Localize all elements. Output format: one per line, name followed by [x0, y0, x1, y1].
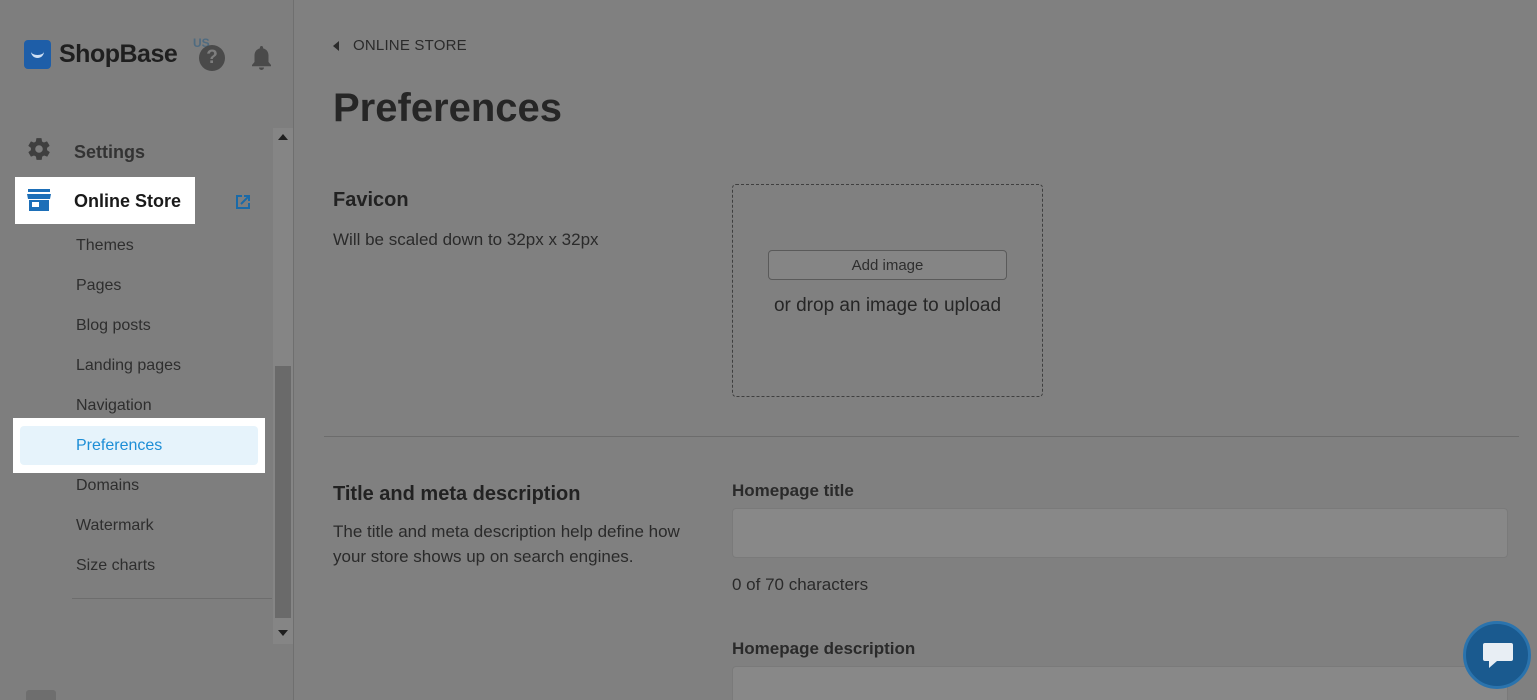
sidebar-item-settings[interactable]: Settings — [26, 136, 145, 162]
sidebar-item-domains[interactable]: Domains — [76, 477, 139, 495]
homepage-title-input[interactable] — [732, 508, 1508, 558]
sidebar-nav: Settings Online Store Themes Pages Blog … — [0, 128, 294, 644]
sidebar-item-navigation[interactable]: Navigation — [76, 397, 152, 415]
back-icon — [333, 40, 339, 51]
breadcrumb-label: ONLINE STORE — [353, 37, 467, 54]
add-image-button[interactable]: Add image — [768, 250, 1007, 280]
brand-name: ShopBase — [59, 40, 178, 68]
shopbase-logo-icon — [24, 40, 51, 69]
store-icon — [27, 189, 51, 211]
homepage-description-input[interactable] — [732, 666, 1508, 700]
external-link-icon[interactable] — [233, 192, 253, 212]
chat-icon — [1483, 643, 1513, 668]
section-divider — [324, 436, 1519, 437]
page-title: Preferences — [333, 86, 563, 130]
sidebar-item-online-store-label: Online Store — [74, 191, 182, 211]
sidebar-item-online-store[interactable]: Online Store — [15, 177, 195, 224]
bell-icon[interactable] — [249, 44, 274, 72]
brand-logo-link[interactable]: ShopBase US — [24, 36, 210, 69]
breadcrumb[interactable]: ONLINE STORE — [333, 37, 467, 54]
sidebar-item-blog-posts[interactable]: Blog posts — [76, 317, 151, 335]
sidebar-item-preferences[interactable]: Preferences — [13, 418, 265, 473]
sidebar-item-landing-pages[interactable]: Landing pages — [76, 357, 181, 375]
meta-section-title: Title and meta description — [333, 483, 581, 505]
sidebar-next-section-icon[interactable] — [26, 690, 56, 700]
sidebar-item-size-charts[interactable]: Size charts — [76, 557, 155, 575]
help-icon[interactable]: ? — [199, 45, 225, 71]
sidebar-divider — [72, 598, 272, 599]
sidebar-item-settings-label: Settings — [74, 142, 146, 162]
chat-button[interactable] — [1463, 621, 1531, 689]
gear-icon — [28, 138, 50, 160]
main-content: ONLINE STORE Preferences Favicon Will be… — [295, 0, 1537, 700]
homepage-description-label: Homepage description — [732, 639, 916, 658]
favicon-section-title: Favicon — [333, 189, 409, 211]
scrollbar-thumb[interactable] — [275, 366, 291, 618]
scroll-down-arrow-icon[interactable] — [278, 630, 288, 636]
sidebar-scrollbar[interactable] — [273, 128, 293, 644]
sidebar: ShopBase US ? Settings Online Store Them… — [0, 0, 294, 700]
favicon-dropzone[interactable]: Add image or drop an image to upload — [732, 184, 1043, 397]
homepage-title-label: Homepage title — [732, 481, 854, 500]
sidebar-item-pages[interactable]: Pages — [76, 277, 121, 295]
sidebar-item-watermark[interactable]: Watermark — [76, 517, 154, 535]
sidebar-item-themes[interactable]: Themes — [76, 237, 134, 255]
meta-section-description: The title and meta description help defi… — [333, 522, 680, 566]
scroll-up-arrow-icon[interactable] — [278, 134, 288, 140]
homepage-title-char-count: 0 of 70 characters — [732, 575, 869, 594]
sidebar-item-preferences-label: Preferences — [76, 437, 163, 454]
drop-hint-text: or drop an image to upload — [773, 295, 1002, 316]
favicon-section-description: Will be scaled down to 32px x 32px — [333, 230, 599, 249]
